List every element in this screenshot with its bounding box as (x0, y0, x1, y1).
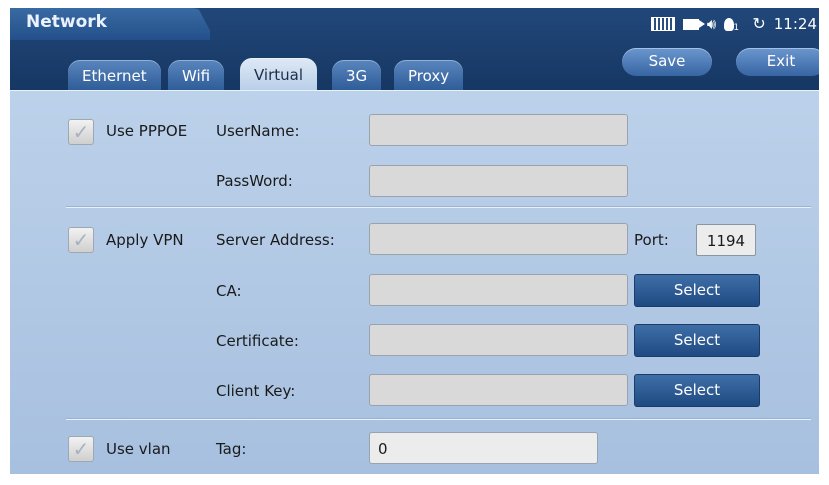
certificate-field[interactable] (369, 324, 628, 356)
server-address-label: Server Address: (216, 231, 335, 249)
tab-wifi[interactable]: Wifi (168, 60, 225, 90)
camera-icon (682, 18, 705, 30)
header-bar: Network 🔊︎ 1 ↻ 11:24 Ethernet Wifi Virtu… (10, 8, 819, 90)
client-key-select-button[interactable]: Select (634, 374, 760, 407)
use-vlan-label: Use vlan (106, 440, 171, 458)
bulb-count: 1 (733, 22, 740, 33)
divider (66, 418, 811, 420)
divider (66, 206, 811, 208)
password-label: PassWord: (216, 172, 293, 190)
network-settings-window: Network 🔊︎ 1 ↻ 11:24 Ethernet Wifi Virtu… (10, 8, 819, 474)
bulb-icon: 1 (724, 17, 739, 32)
client-key-label: Client Key: (216, 382, 296, 400)
ca-label: CA: (216, 282, 242, 300)
certificate-label: Certificate: (216, 332, 299, 350)
server-address-field[interactable] (369, 223, 628, 255)
client-key-field[interactable] (369, 374, 628, 406)
certificate-select-button[interactable]: Select (634, 324, 760, 357)
port-label: Port: (634, 231, 669, 249)
password-field[interactable] (369, 165, 628, 197)
keyboard-icon[interactable] (650, 17, 675, 31)
tag-field[interactable]: 0 (369, 432, 598, 464)
username-field[interactable] (369, 114, 628, 146)
tab-virtual[interactable]: Virtual (240, 58, 318, 90)
clock: 11:24 (773, 15, 817, 33)
exit-button[interactable]: Exit (736, 48, 819, 76)
page-title: Network (26, 12, 107, 32)
status-bar: 🔊︎ 1 ↻ 11:24 (650, 8, 819, 40)
save-button[interactable]: Save (622, 48, 712, 76)
use-pppoe-checkbox[interactable]: ✓ (68, 119, 94, 145)
ca-field[interactable] (369, 274, 628, 306)
port-field[interactable]: 1194 (696, 224, 756, 256)
apply-vpn-label: Apply VPN (106, 231, 184, 249)
apply-vpn-checkbox[interactable]: ✓ (68, 227, 94, 253)
sync-icon: ↻ (752, 14, 766, 33)
tab-3g[interactable]: 3G (332, 60, 382, 90)
ca-select-button[interactable]: Select (634, 274, 760, 307)
username-label: UserName: (216, 122, 300, 140)
tag-label: Tag: (216, 440, 247, 458)
speaker-icon[interactable]: 🔊︎ (707, 16, 716, 32)
tab-ethernet[interactable]: Ethernet (68, 60, 161, 90)
tab-proxy[interactable]: Proxy (394, 60, 464, 90)
settings-panel: ✓ Use PPPOE UserName: PassWord: ✓ Apply … (10, 90, 819, 474)
use-pppoe-label: Use PPPOE (106, 122, 188, 140)
use-vlan-checkbox[interactable]: ✓ (68, 436, 94, 462)
